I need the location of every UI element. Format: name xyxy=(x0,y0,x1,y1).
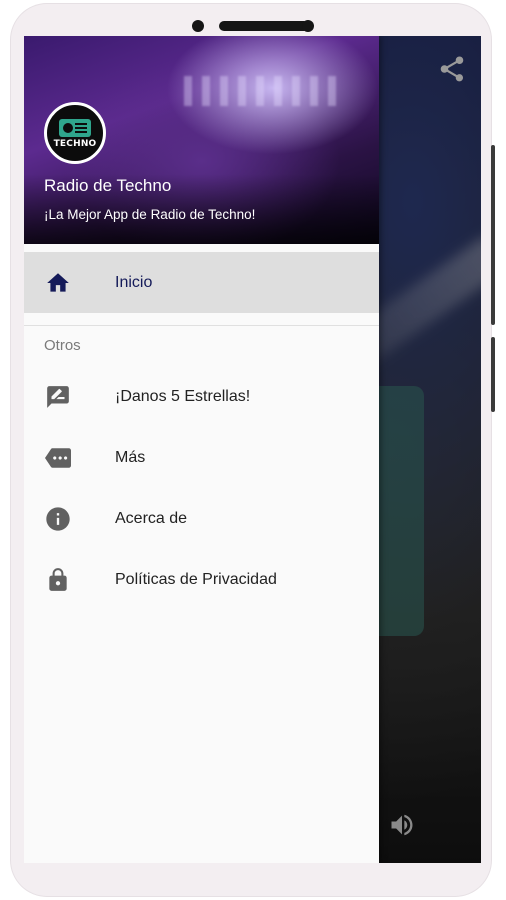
app-logo: TECHNO xyxy=(44,102,106,164)
logo-text: TECHNO xyxy=(53,139,97,149)
phone-sensor xyxy=(302,20,314,32)
section-label: Otros xyxy=(44,337,81,354)
menu-item-about[interactable]: Acerca de xyxy=(24,488,379,549)
phone-side-button xyxy=(491,337,495,412)
menu-item-label: Más xyxy=(115,448,146,466)
share-icon[interactable] xyxy=(437,54,467,84)
section-header: Otros xyxy=(24,326,379,366)
menu-item-label: Acerca de xyxy=(115,509,188,527)
phone-speaker xyxy=(219,21,309,31)
menu-item-privacy[interactable]: Políticas de Privacidad xyxy=(24,549,379,610)
radio-icon xyxy=(59,119,91,137)
menu-item-more[interactable]: Más xyxy=(24,427,379,488)
more-tag-icon xyxy=(44,444,72,472)
menu-item-label: Inicio xyxy=(115,273,153,291)
rate-review-icon xyxy=(44,383,72,411)
screen: TECHNO Radio de Techno ¡La Mejor App de … xyxy=(24,36,481,863)
menu-item-rate[interactable]: ¡Danos 5 Estrellas! xyxy=(24,366,379,427)
volume-icon[interactable] xyxy=(388,811,418,841)
drawer-header: TECHNO Radio de Techno ¡La Mejor App de … xyxy=(24,36,379,244)
lock-icon xyxy=(44,566,72,594)
menu-item-label: Políticas de Privacidad xyxy=(115,570,277,588)
phone-camera xyxy=(192,20,204,32)
phone-side-button xyxy=(491,145,495,325)
app-title: Radio de Techno xyxy=(44,176,172,195)
app-subtitle: ¡La Mejor App de Radio de Techno! xyxy=(44,207,256,222)
menu-item-inicio[interactable]: Inicio xyxy=(24,252,379,313)
drawer-menu: Inicio Otros ¡Danos 5 Estrellas! Más Ace… xyxy=(24,252,379,610)
navigation-drawer: TECHNO Radio de Techno ¡La Mejor App de … xyxy=(24,36,379,863)
info-icon xyxy=(44,505,72,533)
stage-lights xyxy=(184,76,344,106)
home-icon xyxy=(44,269,72,297)
menu-item-label: ¡Danos 5 Estrellas! xyxy=(115,387,251,405)
